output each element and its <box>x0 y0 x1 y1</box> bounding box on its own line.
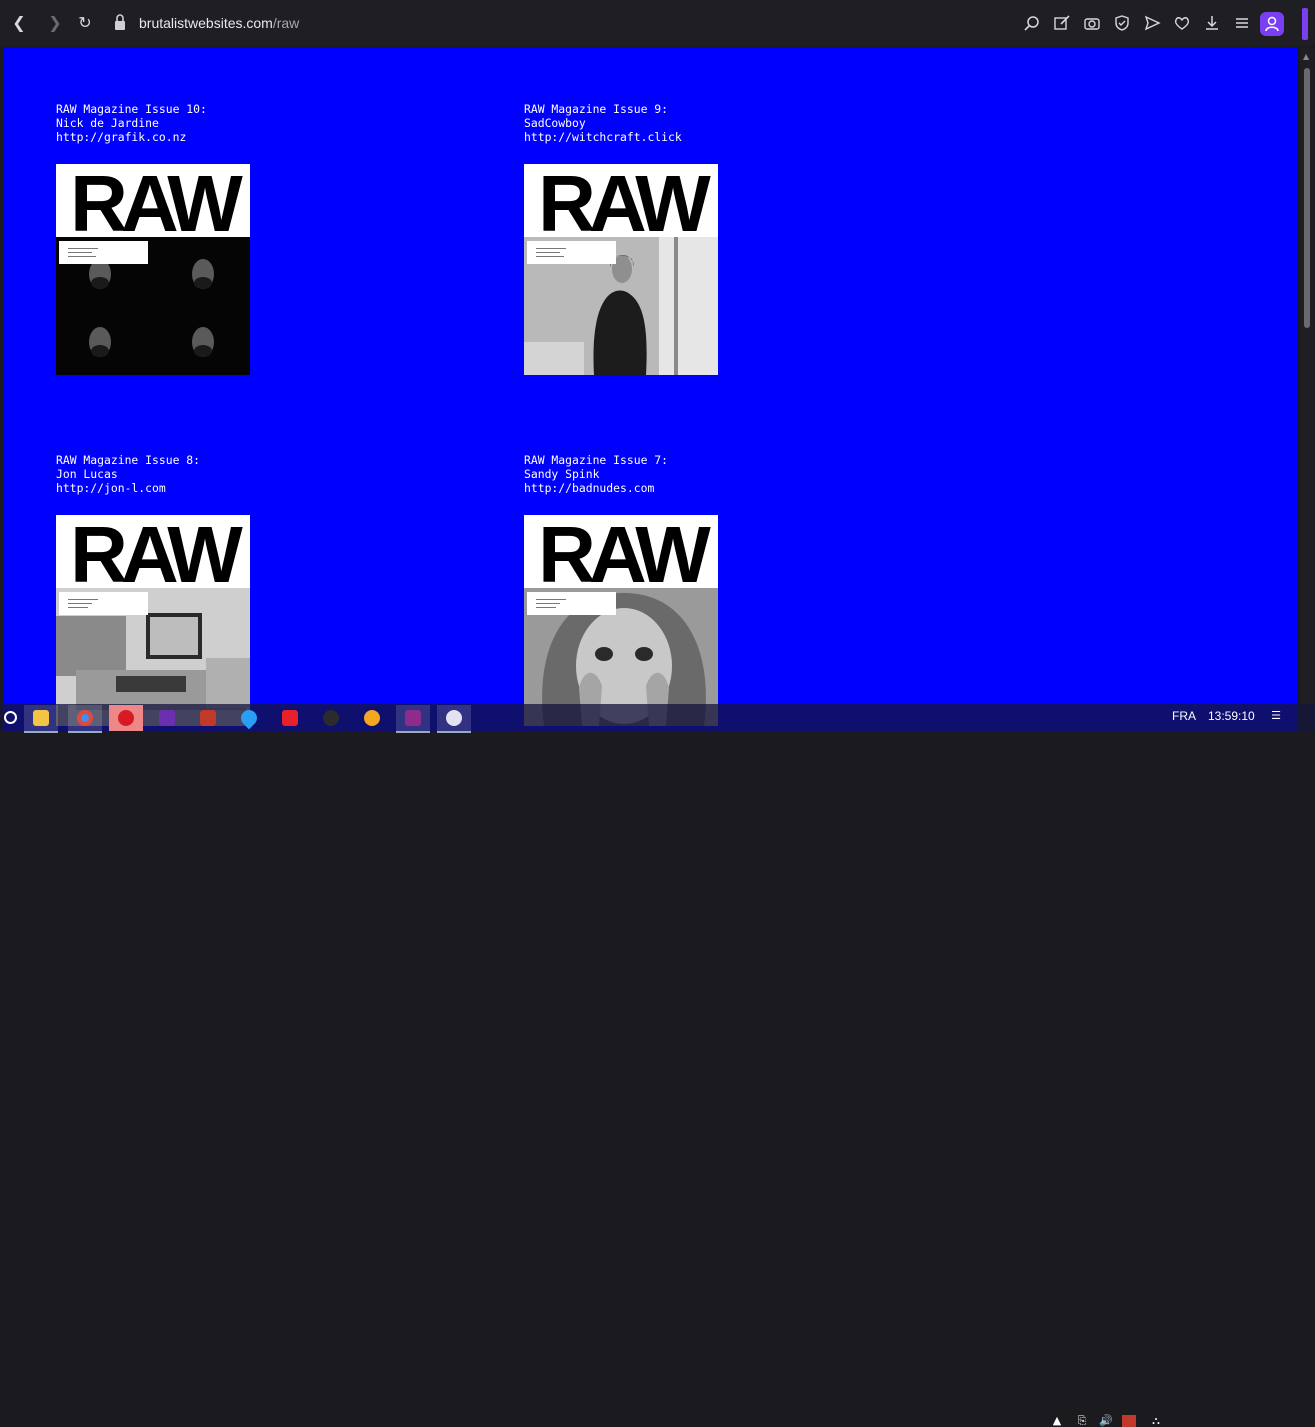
issue-entry: RAW Magazine Issue 7: Sandy Spink http:/… <box>524 453 718 726</box>
issue-artist: Nick de Jardine <box>56 116 159 130</box>
address-bar[interactable]: brutalistwebsites.com/raw <box>139 15 299 31</box>
issue-artist: Jon Lucas <box>56 467 118 481</box>
reload-icon[interactable]: ↻ <box>73 11 97 35</box>
issue-cover-image[interactable]: RAW <box>56 164 250 375</box>
scrollbar-thumb[interactable] <box>1304 68 1310 328</box>
url-path: /raw <box>272 15 300 31</box>
wifi-icon[interactable]: ⛬ <box>1148 1415 1164 1427</box>
issue-entry: RAW Magazine Issue 9: SadCowboy http://w… <box>524 102 718 375</box>
issue-entry: RAW Magazine Issue 10: Nick de Jardine h… <box>56 102 250 375</box>
search-icon[interactable] <box>0 705 26 731</box>
taskbar: ▲ ⎘ 🔊 ⛬ <box>0 704 1315 1427</box>
issue-heading: RAW Magazine Issue 7: <box>524 453 669 467</box>
cover-title: RAW <box>538 515 711 588</box>
issue-cover-image[interactable]: RAW <box>56 515 250 726</box>
cover-title: RAW <box>70 515 243 588</box>
security-alert-icon[interactable] <box>1122 1415 1136 1427</box>
issue-link[interactable]: http://badnudes.com <box>524 481 718 495</box>
winrar-icon[interactable] <box>396 705 430 733</box>
app-icon-red-blue[interactable] <box>191 705 225 731</box>
issue-artist: Sandy Spink <box>524 467 600 481</box>
url-domain: brutalistwebsites.com <box>139 15 273 31</box>
volume-icon[interactable]: 🔊 <box>1098 1415 1114 1427</box>
spider-icon[interactable] <box>314 705 348 731</box>
page-scrollbar[interactable]: ▲ <box>1300 48 1315 732</box>
clock[interactable]: 13:59:10 <box>1208 709 1255 723</box>
drop-icon[interactable] <box>232 705 266 731</box>
network-adapter-icon[interactable]: ⎘ <box>1073 1415 1091 1427</box>
issue-heading: RAW Magazine Issue 10: <box>56 102 207 116</box>
lock-icon <box>115 14 125 30</box>
cloud-app-icon[interactable] <box>437 705 471 733</box>
issue-link[interactable]: http://witchcraft.click <box>524 130 718 144</box>
cover-info-label <box>59 592 148 615</box>
browser-toolbar: ❮ ❯ ↻ brutalistwebsites.com/raw <box>0 0 1315 46</box>
forward-arrow-icon[interactable]: ❯ <box>43 11 67 35</box>
download-icon[interactable] <box>1203 14 1221 32</box>
search-page-icon[interactable] <box>1023 14 1041 32</box>
person-icon <box>1265 16 1279 32</box>
language-indicator[interactable]: FRA <box>1172 709 1196 723</box>
issue-cover-image[interactable]: RAW <box>524 515 718 726</box>
cover-info-label <box>527 592 616 615</box>
issue-artist: SadCowboy <box>524 116 586 130</box>
camera-icon[interactable] <box>1083 14 1101 32</box>
back-arrow-icon[interactable]: ❮ <box>7 11 31 35</box>
issue-heading: RAW Magazine Issue 9: <box>524 102 669 116</box>
shield-browser-icon[interactable] <box>355 705 389 731</box>
chrome-icon[interactable] <box>68 705 102 733</box>
profile-button[interactable] <box>1260 12 1284 36</box>
wps-icon[interactable] <box>273 705 307 731</box>
page-content: RAW Magazine Issue 10: Nick de Jardine h… <box>3 48 1298 732</box>
cover-title: RAW <box>70 164 243 237</box>
cover-title: RAW <box>538 164 711 237</box>
issue-link[interactable]: http://grafik.co.nz <box>56 130 250 144</box>
app-icon-purple[interactable] <box>150 705 184 731</box>
scroll-up-arrow-icon[interactable]: ▲ <box>1303 52 1309 61</box>
edit-icon[interactable] <box>1053 14 1071 32</box>
opera-icon[interactable] <box>109 705 143 731</box>
send-icon[interactable] <box>1143 14 1161 32</box>
menu-icon[interactable] <box>1233 14 1251 32</box>
tray-expand-icon[interactable]: ▲ <box>1050 1415 1064 1427</box>
heart-icon[interactable] <box>1173 14 1191 32</box>
sidebar-accent <box>1302 8 1308 40</box>
issue-link[interactable]: http://jon-l.com <box>56 481 250 495</box>
file-explorer-icon[interactable] <box>24 705 58 733</box>
shield-icon[interactable] <box>1113 14 1131 32</box>
cover-info-label <box>527 241 616 264</box>
issue-entry: RAW Magazine Issue 8: Jon Lucas http://j… <box>56 453 250 726</box>
issue-heading: RAW Magazine Issue 8: <box>56 453 201 467</box>
cover-info-label <box>59 241 148 264</box>
issue-cover-image[interactable]: RAW <box>524 164 718 375</box>
notifications-icon[interactable]: ☰ <box>1268 710 1284 722</box>
